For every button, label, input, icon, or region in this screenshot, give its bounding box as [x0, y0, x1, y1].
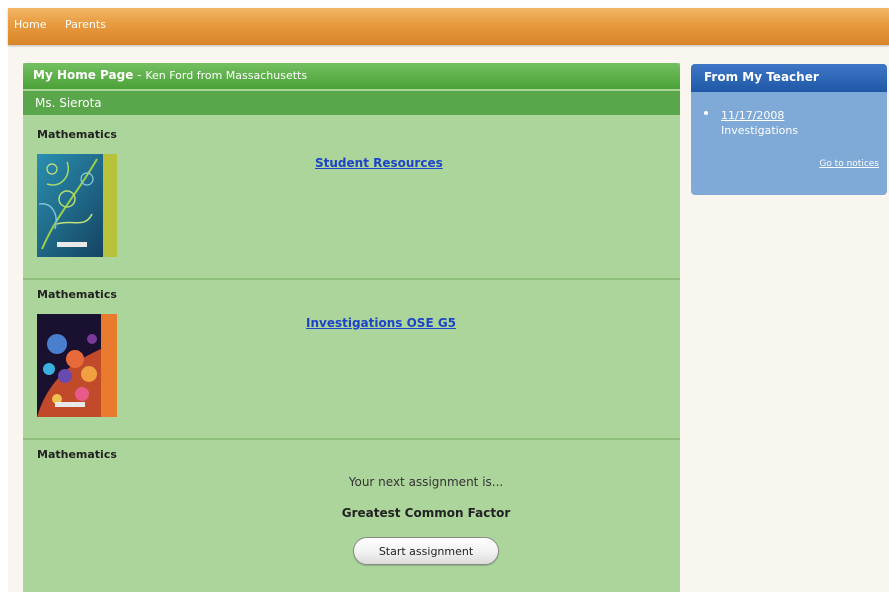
assignment-title: Greatest Common Factor: [341, 506, 511, 520]
from-my-teacher-title: From My Teacher: [704, 70, 819, 84]
page-title: My Home Page: [33, 68, 134, 82]
section-divider: [23, 278, 680, 280]
start-assignment-button[interactable]: Start assignment: [353, 537, 499, 565]
nav-parents-link[interactable]: Parents: [65, 18, 106, 31]
top-navigation-bar: Home Parents: [8, 8, 889, 45]
title-separator: -: [133, 68, 146, 82]
notice-date-link[interactable]: 11/17/2008: [721, 109, 784, 122]
home-page-header: My Home Page - Ken Ford from Massachuset…: [23, 63, 680, 89]
next-assignment-text: Your next assignment is...: [348, 475, 504, 489]
investigations-ose-g5-link[interactable]: Investigations OSE G5: [306, 316, 456, 330]
page-background: Home Parents My Home Page - Ken Ford fro…: [8, 8, 889, 592]
section-subject-3: Mathematics: [37, 448, 117, 461]
go-to-notices-link[interactable]: Go to notices: [819, 159, 879, 169]
section-subject-2: Mathematics: [37, 288, 117, 301]
home-page-panel: My Home Page - Ken Ford from Massachuset…: [23, 63, 680, 592]
bullet-icon: [704, 111, 708, 115]
home-page-title: My Home Page - Ken Ford from Massachuset…: [33, 68, 307, 82]
nav-home-link[interactable]: Home: [14, 18, 46, 31]
section-divider: [23, 438, 680, 440]
from-my-teacher-header: From My Teacher: [691, 64, 887, 92]
student-resources-link[interactable]: Student Resources: [315, 156, 443, 170]
teacher-name: Ms. Sierota: [35, 96, 102, 110]
fern-pattern-cover-icon[interactable]: [37, 154, 117, 257]
fractal-pattern-cover-icon[interactable]: [37, 314, 117, 417]
teacher-bar: Ms. Sierota: [23, 91, 680, 115]
student-name: Ken Ford from Massachusetts: [145, 69, 308, 82]
notice-text: Investigations: [721, 124, 799, 137]
from-my-teacher-panel: From My Teacher 11/17/2008 Investigation…: [691, 64, 887, 195]
section-subject-1: Mathematics: [37, 128, 117, 141]
